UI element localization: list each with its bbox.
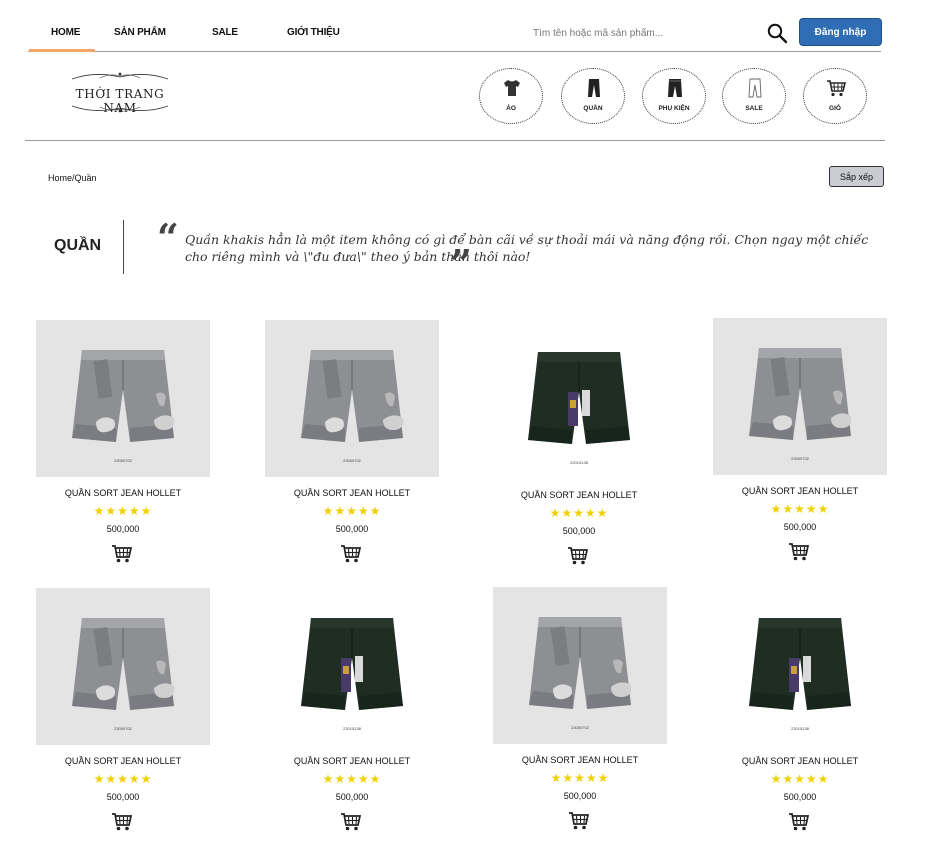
add-to-cart-icon[interactable] — [567, 546, 589, 566]
category-label: PHỤ KIỆN — [658, 105, 690, 112]
search-input[interactable] — [529, 24, 763, 42]
rating-stars-icon: ★★★★★ — [93, 504, 153, 518]
category-label: QUẦN — [583, 105, 603, 112]
sort-button[interactable]: Sắp xếp — [829, 166, 884, 187]
product-image[interactable]: 23000702 — [265, 320, 439, 477]
header-divider — [25, 140, 885, 141]
product-price: 500,000 — [106, 524, 140, 534]
add-to-cart-icon[interactable] — [788, 812, 810, 832]
category-label: GIỎ — [829, 105, 841, 112]
top-navigation: HOME SẢN PHẨM SALE GIỚI THIỆU Đăng nhập — [0, 0, 926, 54]
product-name[interactable]: QUẦN SORT JEAN HOLLET — [493, 755, 667, 765]
add-to-cart-icon[interactable] — [340, 812, 362, 832]
svg-text:23000702: 23000702 — [114, 726, 133, 731]
title-divider — [123, 220, 124, 274]
shirt-icon — [504, 80, 520, 96]
nav-active-indicator — [29, 49, 95, 52]
rating-stars-icon: ★★★★★ — [549, 506, 609, 520]
rating-stars-icon: ★★★★★ — [770, 502, 830, 516]
nav-about[interactable]: GIỚI THIỆU — [287, 27, 340, 38]
product-image[interactable]: 22015138 — [713, 588, 887, 745]
cart-icon — [827, 80, 846, 97]
product-image[interactable]: 22015138 — [492, 322, 666, 479]
product-price: 500,000 — [563, 791, 597, 801]
nav-divider — [28, 51, 881, 52]
category-ao[interactable]: ÁO — [479, 68, 543, 124]
add-to-cart-icon[interactable] — [788, 542, 810, 562]
product-name[interactable]: QUẦN SORT JEAN HOLLET — [492, 490, 666, 500]
product-name[interactable]: QUẦN SORT JEAN HOLLET — [265, 488, 439, 498]
rating-stars-icon: ★★★★★ — [322, 504, 382, 518]
quote-open-icon: “ — [157, 215, 179, 260]
svg-text:22015138: 22015138 — [791, 726, 810, 731]
rating-stars-icon: ★★★★★ — [93, 772, 153, 786]
category-sale[interactable]: SALE — [722, 68, 786, 124]
sale-pants-icon — [748, 78, 762, 98]
search-icon[interactable] — [766, 22, 788, 44]
nav-products[interactable]: SẢN PHẨM — [114, 27, 166, 38]
rating-stars-icon: ★★★★★ — [322, 772, 382, 786]
login-button[interactable]: Đăng nhập — [799, 18, 882, 46]
category-label: ÁO — [506, 105, 516, 112]
product-name[interactable]: QUẦN SORT JEAN HOLLET — [713, 756, 887, 766]
add-to-cart-icon[interactable] — [111, 812, 133, 832]
add-to-cart-icon[interactable] — [340, 544, 362, 564]
nav-sale[interactable]: SALE — [212, 27, 238, 38]
page-title: QUẦN — [54, 237, 102, 254]
brand-logo[interactable]: THỜI TRANG NAM — [62, 70, 178, 116]
svg-text:23000702: 23000702 — [114, 458, 133, 463]
product-price: 500,000 — [335, 524, 369, 534]
product-name[interactable]: QUẦN SORT JEAN HOLLET — [36, 756, 210, 766]
product-image[interactable]: 23000702 — [36, 588, 210, 745]
quote-close-icon: ” — [450, 241, 472, 286]
product-name[interactable]: QUẦN SORT JEAN HOLLET — [713, 486, 887, 496]
product-image[interactable]: 23000702 — [493, 587, 667, 744]
product-price: 500,000 — [783, 522, 817, 532]
product-name[interactable]: QUẦN SORT JEAN HOLLET — [36, 488, 210, 498]
product-image[interactable]: 23000702 — [36, 320, 210, 477]
logo-ornament-bottom-icon — [71, 105, 169, 113]
category-label: SALE — [745, 105, 763, 112]
rating-stars-icon: ★★★★★ — [770, 772, 830, 786]
product-name[interactable]: QUẦN SORT JEAN HOLLET — [265, 756, 439, 766]
category-gio[interactable]: GIỎ — [803, 68, 867, 124]
svg-text:22015138: 22015138 — [570, 460, 589, 465]
add-to-cart-icon[interactable] — [111, 544, 133, 564]
breadcrumb[interactable]: Home/Quần — [48, 173, 97, 183]
rating-stars-icon: ★★★★★ — [550, 771, 610, 785]
logo-ornament-top-icon — [71, 72, 169, 80]
svg-text:23000702: 23000702 — [791, 456, 810, 461]
category-description: Quần khakis hẳn là một item không có gì … — [185, 232, 869, 264]
add-to-cart-icon[interactable] — [568, 811, 590, 831]
product-price: 500,000 — [106, 792, 140, 802]
accessory-pants-icon — [668, 79, 682, 97]
svg-text:23000702: 23000702 — [571, 725, 590, 730]
category-quan[interactable]: QUẦN — [561, 68, 625, 124]
product-price: 500,000 — [562, 526, 596, 536]
svg-text:22015138: 22015138 — [343, 726, 362, 731]
product-price: 500,000 — [783, 792, 817, 802]
product-image[interactable]: 23000702 — [713, 318, 887, 475]
pants-icon — [588, 79, 600, 97]
product-price: 500,000 — [335, 792, 369, 802]
category-phu-kien[interactable]: PHỤ KIỆN — [642, 68, 706, 124]
nav-home[interactable]: HOME — [51, 27, 80, 38]
product-image[interactable]: 22015138 — [265, 588, 439, 745]
svg-text:23000702: 23000702 — [343, 458, 362, 463]
